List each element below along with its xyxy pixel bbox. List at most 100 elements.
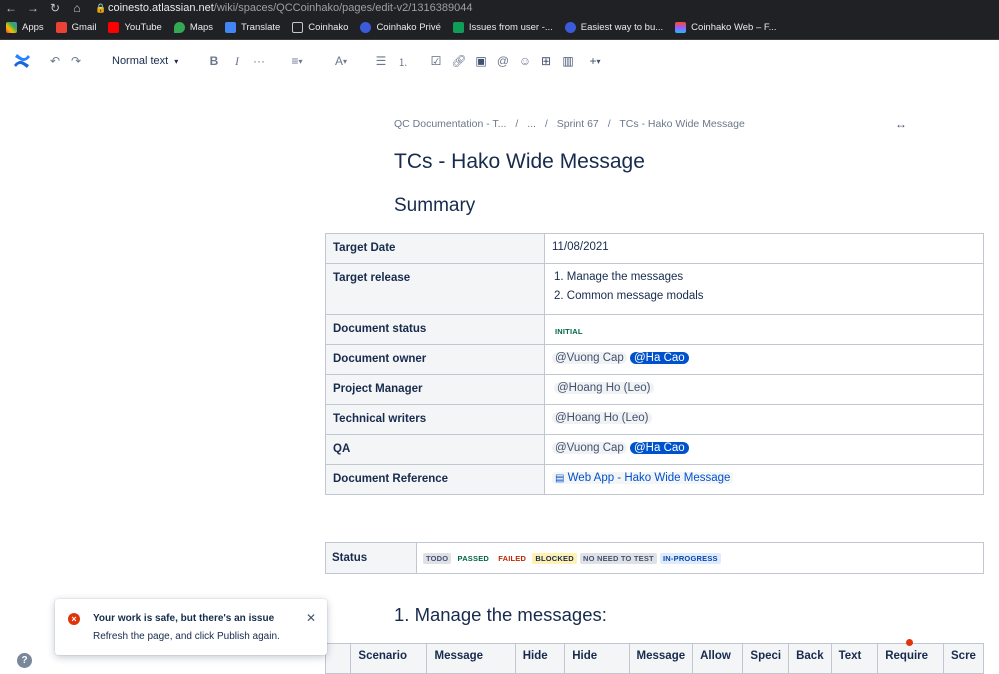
column-header[interactable]: Speci	[742, 643, 790, 674]
user-mention[interactable]: @Vuong Cap	[552, 352, 627, 364]
document-link[interactable]: ▤ Web App - Hako Wide Message	[552, 472, 734, 484]
bookmark-issues[interactable]: Issues from user -...	[452, 22, 553, 33]
table-cell-value[interactable]: @Hoang Ho (Leo)	[544, 404, 984, 435]
user-mention-self[interactable]: @Ha Cao	[630, 352, 689, 364]
bookmark-easiest[interactable]: Easiest way to bu...	[564, 22, 664, 33]
breadcrumb-current[interactable]: TCs - Hako Wide Message	[619, 118, 744, 130]
status-badge-todo[interactable]: TODO	[423, 553, 452, 564]
table-row: Status TODO PASSED FAILED BLOCKED NO NEE…	[325, 542, 984, 574]
bookmark-gmail[interactable]: Gmail	[55, 22, 96, 33]
column-header[interactable]: Back	[788, 643, 832, 674]
column-header[interactable]: Text	[830, 643, 879, 674]
table-cell-value[interactable]: TODO PASSED FAILED BLOCKED NO NEED TO TE…	[416, 542, 984, 574]
bookmark-coinhako[interactable]: Coinhako	[292, 22, 348, 33]
action-item-icon[interactable]: ☑	[430, 52, 442, 70]
table-row: Target Date 11/08/2021	[325, 233, 984, 264]
close-icon[interactable]: ✕	[306, 611, 316, 625]
table-cell-value[interactable]: INITIAL	[544, 314, 984, 345]
table-cell-key: Target Date	[325, 233, 545, 264]
link-icon[interactable]: 🔗︎	[451, 52, 466, 70]
more-formatting-icon[interactable]: ···	[252, 52, 266, 70]
table-cell-value[interactable]: @Vuong Cap @Ha Cao	[544, 344, 984, 375]
breadcrumb-parent[interactable]: Sprint 67	[557, 118, 599, 130]
address-field[interactable]: coinesto.atlassian.net/wiki/spaces/QCCoi…	[108, 2, 472, 14]
coinhako-icon	[360, 22, 372, 33]
help-icon[interactable]: ?	[17, 653, 32, 668]
column-header[interactable]: Message	[426, 643, 516, 674]
bookmark-maps[interactable]: Maps	[173, 22, 213, 33]
table-cell-value[interactable]: @Hoang Ho (Leo)	[544, 374, 984, 405]
folder-icon	[292, 22, 304, 33]
table-cell-value[interactable]: 1. Manage the messages 2. Common message…	[544, 263, 984, 315]
gmail-icon	[55, 22, 67, 33]
status-badge-failed[interactable]: FAILED	[495, 553, 529, 564]
italic-icon[interactable]: I	[231, 52, 243, 70]
bookmarks-bar: Apps Gmail YouTube Maps Translate Coinha…	[0, 16, 999, 40]
user-mention[interactable]: @Vuong Cap	[552, 442, 627, 454]
page-icon: ▤	[555, 473, 565, 484]
reload-icon[interactable]: ↻	[44, 1, 66, 15]
bookmark-label: Coinhako Web – F...	[691, 22, 777, 33]
bookmark-coinhako-prive[interactable]: Coinhako Privé	[360, 22, 441, 33]
column-header[interactable]: Hide	[514, 643, 566, 674]
numbered-list-icon[interactable]: ⒈	[396, 52, 410, 70]
column-header[interactable]: Require	[877, 643, 945, 674]
column-header[interactable]: Message	[628, 643, 694, 674]
bookmark-figma[interactable]: Coinhako Web – F...	[675, 22, 777, 33]
chevron-down-icon: ▾	[174, 56, 179, 66]
image-icon[interactable]: ▣	[474, 52, 488, 70]
forward-icon[interactable]: →	[22, 1, 44, 15]
emoji-icon[interactable]: ☺	[518, 52, 532, 70]
status-badge[interactable]: INITIAL	[552, 326, 586, 337]
maps-icon	[173, 22, 185, 33]
text-style-dropdown[interactable]: Normal text ▾	[112, 52, 184, 70]
column-header[interactable]: Scre	[943, 643, 984, 674]
table-cell-value[interactable]: ▤ Web App - Hako Wide Message	[544, 464, 984, 495]
bookmark-translate[interactable]: Translate	[225, 22, 280, 33]
home-icon[interactable]: ⌂	[66, 1, 88, 15]
status-badge-no-need[interactable]: NO NEED TO TEST	[580, 553, 657, 564]
redo-icon[interactable]: ↷	[69, 52, 83, 70]
mention-icon[interactable]: @	[496, 52, 510, 70]
bookmark-label: Coinhako	[308, 22, 349, 33]
text-color-icon[interactable]: A ▾	[330, 52, 352, 70]
insert-plus-icon[interactable]: + ▾	[584, 52, 606, 70]
column-header[interactable]: Hide	[564, 643, 630, 674]
status-badge-passed[interactable]: PASSED	[455, 553, 493, 564]
comment-marker-icon[interactable]	[906, 639, 913, 646]
back-icon[interactable]: ←	[0, 1, 22, 15]
browser-url-bar: ← → ↻ ⌂ 🔒 coinesto.atlassian.net/wiki/sp…	[0, 0, 999, 16]
align-dropdown-icon[interactable]: ≡ ▾	[285, 52, 309, 70]
sheets-icon	[452, 22, 464, 33]
table-cell-key: Document owner	[325, 344, 545, 375]
bullet-list-icon[interactable]: ☰	[374, 52, 388, 70]
table-cell-value[interactable]: @Vuong Cap @Ha Cao	[544, 434, 984, 465]
column-header[interactable]	[324, 643, 352, 674]
bookmark-youtube[interactable]: YouTube	[108, 22, 162, 33]
full-width-toggle-icon[interactable]: ↔	[895, 117, 907, 131]
editor-toolbar: ↶ ↷ Normal text ▾ B I ··· ≡ ▾ A ▾ ☰ ⒈ ☑ 🔗︎ …	[0, 44, 999, 78]
page-title[interactable]: TCs - Hako Wide Message	[394, 150, 645, 174]
table-cell-value[interactable]: 11/08/2021	[544, 233, 984, 264]
breadcrumb-space[interactable]: QC Documentation - T...	[394, 118, 506, 130]
layout-icon[interactable]: ▥	[561, 52, 575, 70]
column-header[interactable]: Scenario	[350, 643, 428, 674]
user-mention[interactable]: @Hoang Ho (Leo)	[552, 412, 652, 424]
youtube-icon	[108, 22, 120, 33]
undo-icon[interactable]: ↶	[48, 52, 62, 70]
bookmark-label: Apps	[22, 22, 44, 33]
user-mention-self[interactable]: @Ha Cao	[630, 442, 689, 454]
status-badge-in-progress[interactable]: IN-PROGRESS	[660, 553, 721, 564]
status-badge-blocked[interactable]: BLOCKED	[532, 553, 577, 564]
apps-grid-icon	[6, 22, 17, 33]
confluence-logo-icon[interactable]	[12, 51, 32, 71]
bold-icon[interactable]: B	[208, 52, 220, 70]
breadcrumb-ellipsis[interactable]: ...	[527, 118, 536, 130]
bookmark-apps[interactable]: Apps	[6, 22, 44, 33]
bookmark-label: Easiest way to bu...	[580, 22, 664, 33]
column-header[interactable]: Allow	[692, 643, 744, 674]
table-icon[interactable]: ⊞	[539, 52, 553, 70]
table-row: Target release 1. Manage the messages 2.…	[325, 263, 984, 315]
breadcrumb-separator: /	[544, 118, 548, 130]
user-mention[interactable]: @Hoang Ho (Leo)	[554, 382, 654, 394]
